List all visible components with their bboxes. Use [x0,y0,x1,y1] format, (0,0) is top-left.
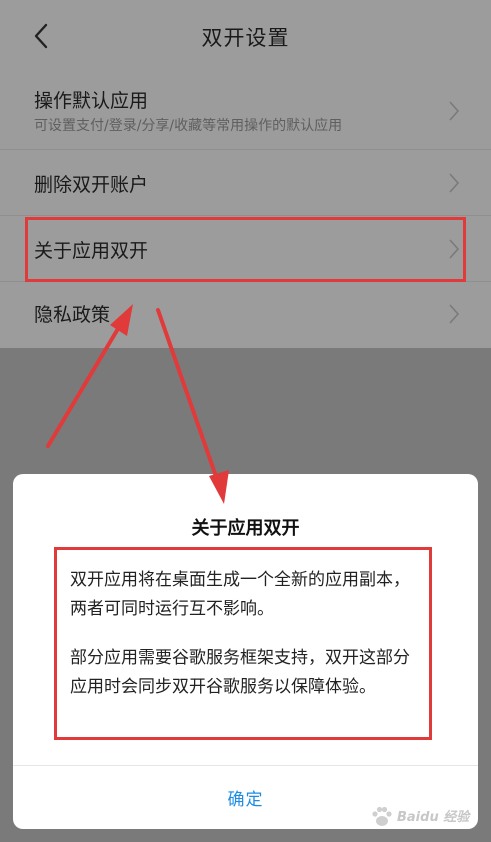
watermark-text: Baidu 经验 [397,810,470,825]
dialog-title: 关于应用双开 [191,518,300,539]
baidu-watermark: Baidu 经验 [369,800,477,834]
about-dialog: 关于应用双开 双开应用将在桌面生成一个全新的应用副本，两者可同时运行互不影响。 … [13,474,478,829]
chevron-right-icon [449,173,460,193]
dialog-message: 双开应用将在桌面生成一个全新的应用副本，两者可同时运行互不影响。 部分应用需要谷… [54,547,432,740]
settings-item-privacy-policy[interactable]: 隐私政策 [0,282,491,348]
chevron-right-icon [449,101,460,121]
settings-item-label: 操作默认应用 [34,90,149,112]
paw-icon [372,806,392,826]
header: 双开设置 [0,0,491,72]
settings-item-description: 可设置支付/登录/分享/收藏等常用操作的默认应用 [34,118,343,134]
settings-item-label: 隐私政策 [34,304,111,326]
annotation-highlight-box [25,217,466,282]
chevron-right-icon [449,304,460,324]
settings-item-default-apps[interactable]: 操作默认应用 可设置支付/登录/分享/收藏等常用操作的默认应用 [0,72,491,150]
settings-item-delete-account[interactable]: 删除双开账户 [0,150,491,216]
settings-item-label: 删除双开账户 [34,174,149,196]
settings-list: 操作默认应用 可设置支付/登录/分享/收藏等常用操作的默认应用 删除双开账户 关… [0,72,491,348]
dialog-paragraph: 部分应用需要谷歌服务框架支持，双开这部分应用时会同步双开谷歌服务以保障体验。 [70,648,410,697]
dialog-paragraph: 双开应用将在桌面生成一个全新的应用副本，两者可同时运行互不影响。 [70,570,410,619]
page-title: 双开设置 [201,26,290,50]
